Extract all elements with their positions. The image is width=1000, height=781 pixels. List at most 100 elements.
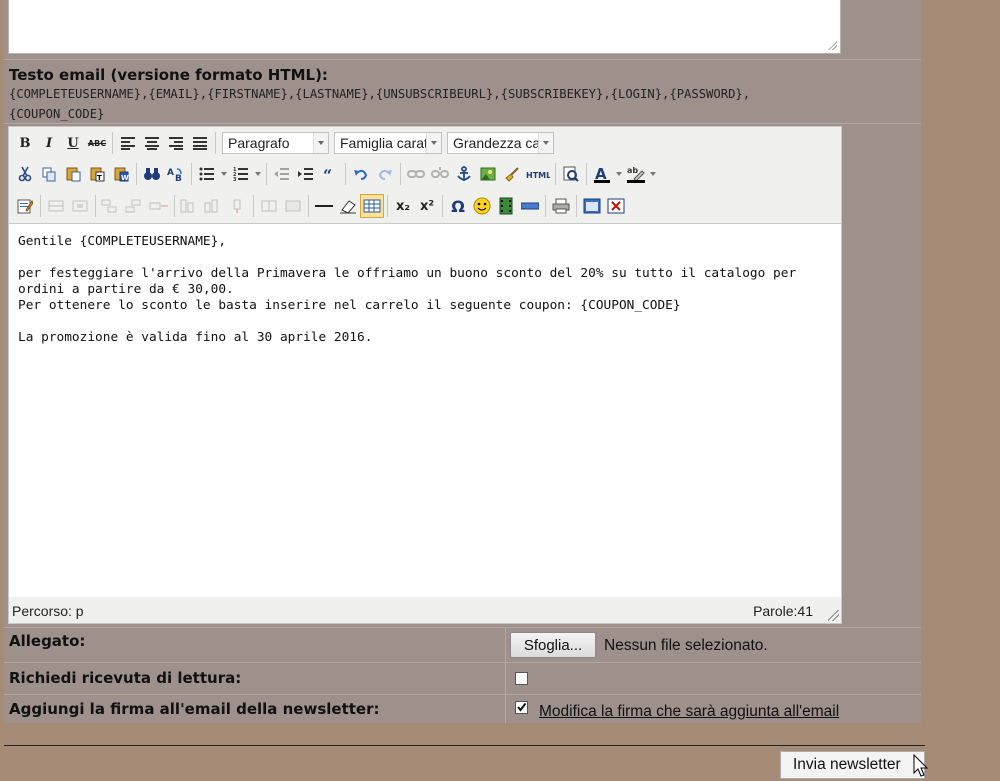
align-center-button[interactable] <box>140 131 164 155</box>
redo-icon <box>378 169 392 180</box>
indent-button[interactable] <box>294 162 318 186</box>
advanced-hr-icon <box>521 202 539 210</box>
advanced-hr-button[interactable] <box>518 194 542 218</box>
special-char-button[interactable]: Ω <box>446 194 470 218</box>
replace-button[interactable]: AB <box>164 162 188 186</box>
format-select-value: Paragrafo <box>228 135 290 151</box>
toolbar-separator <box>191 163 192 185</box>
print-button[interactable] <box>549 194 573 218</box>
chevron-down-icon <box>538 133 553 153</box>
plain-text-textarea[interactable] <box>8 0 841 54</box>
remove-format-button[interactable] <box>336 194 360 218</box>
highlight-color-button[interactable]: ab <box>624 162 648 186</box>
toolbar-separator <box>345 163 346 185</box>
file-status-text: Nessun file selezionato. <box>604 637 768 654</box>
strikethrough-button[interactable]: ABC <box>85 131 109 155</box>
find-button[interactable] <box>140 162 164 186</box>
browse-file-button[interactable]: Sfoglia... <box>510 632 596 658</box>
editor-resize-handle[interactable] <box>828 610 839 621</box>
highlight-color-dropdown[interactable] <box>648 163 658 185</box>
font-color-dropdown[interactable] <box>614 163 624 185</box>
numbered-list-icon: 123 <box>233 167 248 181</box>
horizontal-rule-button[interactable] <box>312 194 336 218</box>
paste-text-button[interactable]: T <box>85 162 109 186</box>
send-newsletter-button[interactable]: Invia newsletter <box>780 751 925 779</box>
svg-text:A: A <box>167 168 174 178</box>
underline-button[interactable]: U <box>61 131 85 155</box>
divider <box>4 627 921 628</box>
media-button[interactable] <box>494 194 518 218</box>
cleanup-button[interactable] <box>500 162 524 186</box>
link-button[interactable] <box>404 162 428 186</box>
undo-button[interactable] <box>349 162 373 186</box>
paste-word-button[interactable]: W <box>109 162 133 186</box>
content-paragraph-1: per festeggiare l'arrivo della Primavera… <box>18 266 832 314</box>
element-path[interactable]: Percorso: p <box>12 603 84 619</box>
visual-aid-button[interactable] <box>360 194 384 218</box>
table-props-button[interactable] <box>44 194 68 218</box>
paste-html-close-button[interactable] <box>604 194 628 218</box>
align-right-button[interactable] <box>164 131 188 155</box>
delete-col-button[interactable] <box>226 194 250 218</box>
preview-button[interactable] <box>559 162 583 186</box>
edit-signature-link[interactable]: Modifica la firma che sarà aggiunta all'… <box>539 703 839 721</box>
svg-text:3: 3 <box>233 177 237 181</box>
html-source-button[interactable]: HTML <box>524 162 552 186</box>
row-before-button[interactable] <box>99 194 123 218</box>
italic-button[interactable]: I <box>37 131 61 155</box>
signature-label: Aggiungi la firma all'email della newsle… <box>9 700 380 718</box>
copy-icon <box>42 167 56 182</box>
bullet-list-dropdown[interactable] <box>219 163 229 185</box>
col-after-button[interactable] <box>202 194 226 218</box>
cut-button[interactable] <box>13 162 37 186</box>
bullet-list-button[interactable] <box>195 162 219 186</box>
signature-checkbox[interactable] <box>515 701 528 714</box>
styleprops-button[interactable] <box>13 194 37 218</box>
font-size-select[interactable]: Grandezza car <box>447 132 554 154</box>
cell-props-button[interactable] <box>68 194 92 218</box>
blockquote-button[interactable]: “ <box>318 162 342 186</box>
textarea-resize-grip[interactable] <box>828 41 837 50</box>
preview-icon <box>563 166 579 182</box>
edit-style-icon <box>17 199 33 214</box>
insert-image-button[interactable] <box>476 162 500 186</box>
html-icon: HTML <box>526 171 550 180</box>
toolbar-separator <box>555 163 556 185</box>
delete-row-button[interactable] <box>147 194 171 218</box>
row-before-icon <box>101 199 117 213</box>
copy-button[interactable] <box>37 162 61 186</box>
align-left-button[interactable] <box>116 131 140 155</box>
replace-icon: AB <box>167 168 182 182</box>
format-select[interactable]: Paragrafo <box>222 132 329 154</box>
row-after-button[interactable] <box>123 194 147 218</box>
scissors-icon <box>18 166 32 182</box>
outdent-button[interactable] <box>270 162 294 186</box>
emoticon-button[interactable] <box>470 194 494 218</box>
delete-row-icon <box>149 202 168 210</box>
printer-icon <box>552 198 570 214</box>
align-left-icon <box>121 137 135 150</box>
numbered-list-dropdown[interactable] <box>253 163 263 185</box>
word-count: Parole:41 <box>753 603 813 619</box>
unlink-button[interactable] <box>428 162 452 186</box>
merge-cells-button[interactable] <box>281 194 305 218</box>
subscript-button[interactable]: x₂ <box>391 194 415 218</box>
numbered-list-button[interactable]: 123 <box>229 162 253 186</box>
bold-button[interactable]: B <box>13 131 37 155</box>
redo-button[interactable] <box>373 162 397 186</box>
superscript-button[interactable]: x² <box>415 194 439 218</box>
editor-content-area[interactable]: Gentile {COMPLETEUSERNAME}, per festeggi… <box>9 223 841 597</box>
col-before-icon <box>180 199 194 213</box>
eraser-icon <box>340 200 356 214</box>
split-cells-button[interactable] <box>257 194 281 218</box>
paste-button[interactable] <box>61 162 85 186</box>
col-before-button[interactable] <box>178 194 202 218</box>
read-receipt-checkbox[interactable] <box>515 672 528 685</box>
anchor-button[interactable] <box>452 162 476 186</box>
col-after-icon <box>204 199 218 213</box>
fullscreen-button[interactable] <box>580 194 604 218</box>
align-justify-button[interactable] <box>188 131 212 155</box>
font-family-select[interactable]: Famiglia caratt <box>334 132 442 154</box>
placeholder-line-2: {COUPON_CODE} <box>9 107 105 121</box>
font-color-button[interactable]: A <box>590 162 614 186</box>
